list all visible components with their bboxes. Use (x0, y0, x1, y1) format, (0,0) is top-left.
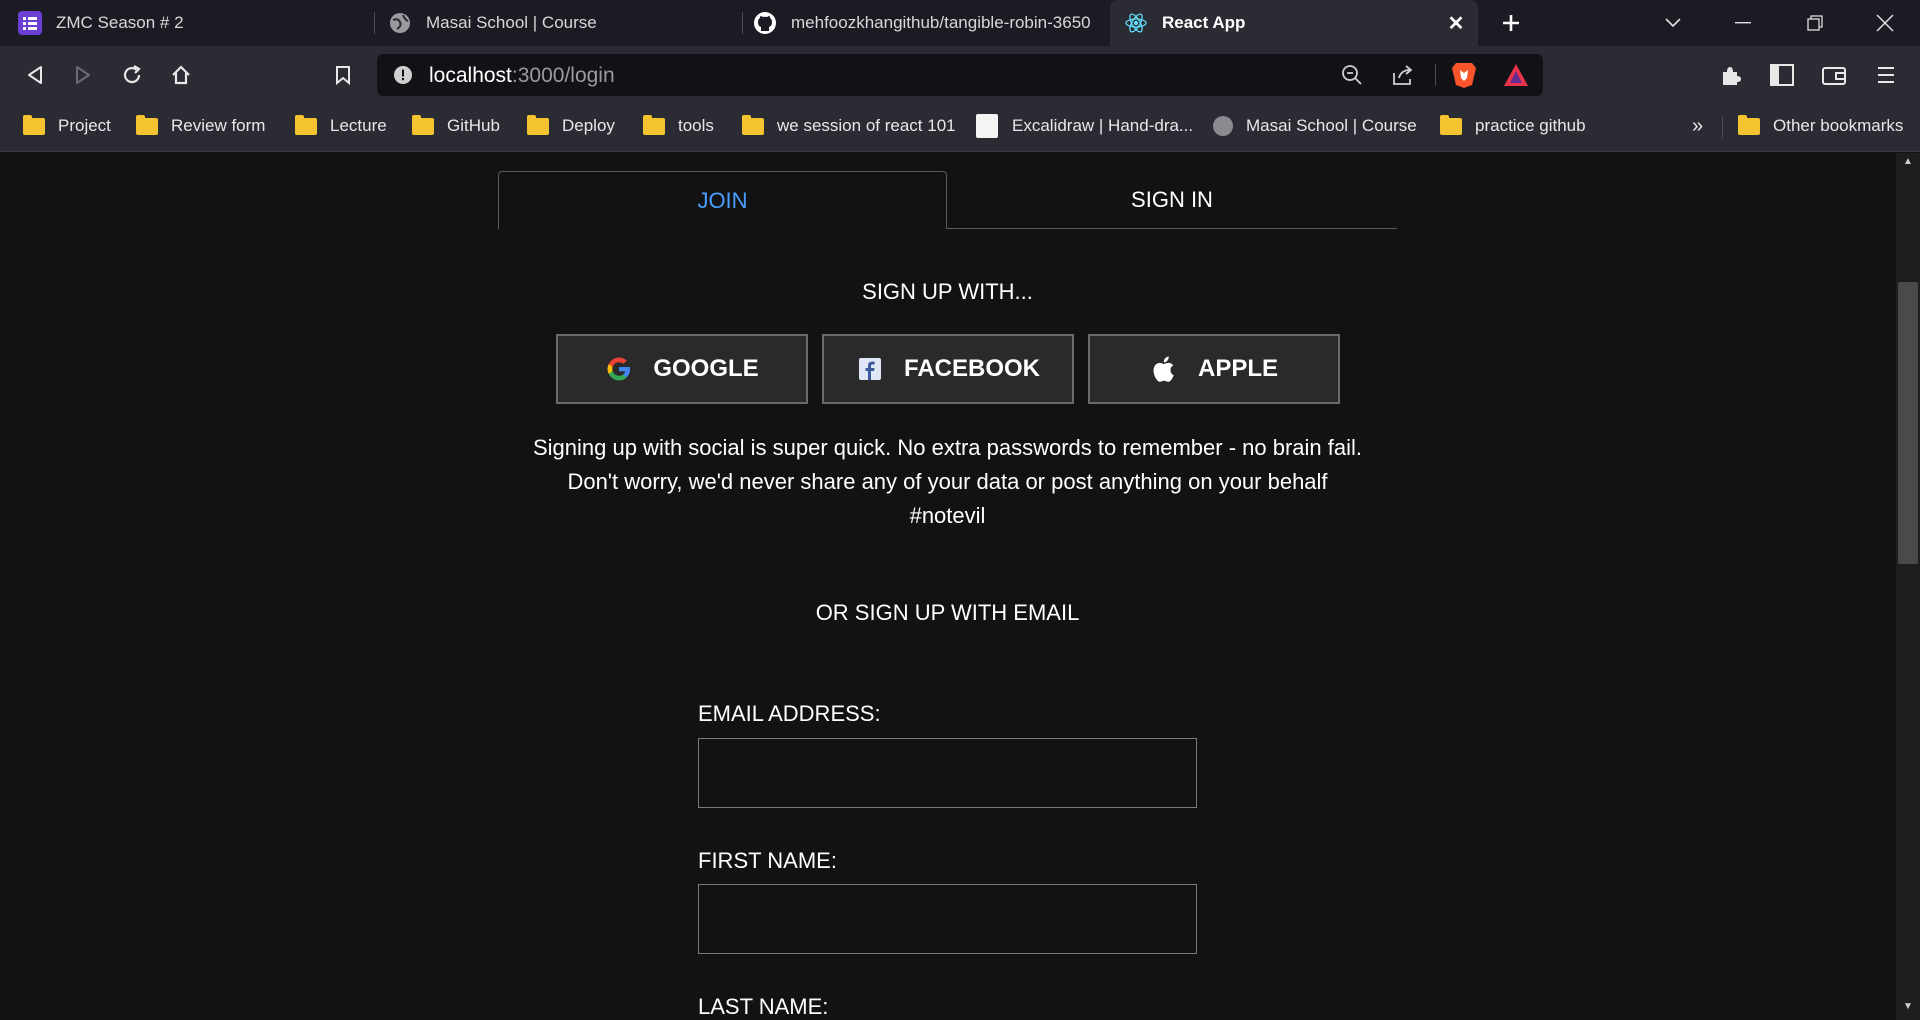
blurb-line: #notevil (909, 503, 986, 528)
scroll-down-arrow-icon[interactable]: ▼ (1898, 1001, 1918, 1017)
first-name-label: FIRST NAME: (698, 848, 837, 873)
blurb-line: Signing up with social is super quick. N… (532, 435, 1363, 460)
tab-github-repo[interactable]: mehfoozkhangithub/tangible-robin-3650 (735, 0, 1107, 46)
google-icon (605, 355, 633, 383)
github-icon (753, 11, 777, 35)
excalidraw-icon (976, 114, 998, 138)
brave-shields-icon[interactable] (1451, 61, 1477, 94)
facebook-icon (856, 355, 884, 383)
close-tab-icon[interactable]: ✕ (1444, 11, 1468, 36)
page-content: JOIN SIGN IN SIGN UP WITH... GOOGLE FACE… (0, 153, 1896, 1020)
wallet-icon[interactable] (1817, 58, 1851, 92)
signup-with-heading: SIGN UP WITH... (862, 279, 1033, 304)
bookmark-lecture[interactable]: Lecture (295, 114, 387, 138)
bookmark-masai-school[interactable]: Masai School | Course (1213, 114, 1417, 138)
back-icon[interactable] (18, 58, 52, 92)
brave-rewards-icon[interactable] (1503, 63, 1529, 92)
folder-icon (295, 114, 317, 135)
scrollbar-thumb[interactable] (1898, 282, 1918, 564)
tab-join[interactable]: JOIN (498, 171, 947, 229)
tab-title: ZMC Season # 2 (56, 13, 184, 32)
url-text[interactable]: localhost:3000/login (429, 64, 615, 88)
bookmark-excalidraw[interactable]: Excalidraw | Hand-dra... (976, 114, 1193, 138)
home-icon[interactable] (164, 58, 198, 92)
bookmark-practice-github[interactable]: practice github (1440, 114, 1586, 138)
facebook-signup-button[interactable]: FACEBOOK (822, 334, 1074, 404)
auth-tabs: JOIN SIGN IN (498, 171, 1397, 229)
tab-react-app[interactable]: React App ✕ (1110, 0, 1478, 46)
folder-icon (412, 114, 434, 135)
folder-icon (1738, 114, 1760, 135)
browser-tab-strip: ZMC Season # 2 Masai School | Course meh… (0, 0, 1920, 46)
tab-zmc-season[interactable]: ZMC Season # 2 (0, 0, 372, 46)
tab-title: mehfoozkhangithub/tangible-robin-3650 (791, 13, 1091, 32)
social-signup-description: Signing up with social is super quick. N… (498, 431, 1397, 533)
bookmark-github[interactable]: GitHub (412, 114, 500, 138)
email-field[interactable] (698, 738, 1197, 808)
menu-icon[interactable] (1869, 58, 1903, 92)
react-icon (1124, 11, 1148, 35)
google-signup-button[interactable]: GOOGLE (556, 334, 808, 404)
reload-icon[interactable] (115, 58, 149, 92)
tab-search-chevron-icon[interactable] (1650, 0, 1696, 46)
bookmark-tools[interactable]: tools (643, 114, 714, 138)
scroll-up-arrow-icon[interactable]: ▲ (1898, 156, 1918, 172)
close-window-icon[interactable] (1862, 0, 1908, 46)
globe-icon (388, 11, 412, 35)
bookmark-review-form[interactable]: Review form (136, 114, 265, 138)
forward-icon[interactable] (66, 58, 100, 92)
zoom-icon[interactable] (1341, 64, 1363, 91)
tab-title: Masai School | Course (426, 13, 597, 32)
last-name-label: LAST NAME: (698, 994, 829, 1019)
folder-icon (527, 114, 549, 135)
folder-icon (643, 114, 665, 135)
apple-signup-button[interactable]: APPLE (1088, 334, 1340, 404)
folder-icon (23, 114, 45, 135)
bookmark-react-session[interactable]: we session of react 101 (742, 114, 956, 138)
first-name-field[interactable] (698, 884, 1197, 954)
folder-icon (742, 114, 764, 135)
google-label: GOOGLE (653, 355, 759, 382)
bookmark-deploy[interactable]: Deploy (527, 114, 615, 138)
site-info-icon[interactable] (393, 65, 413, 90)
bookmark-other-bookmarks[interactable]: Other bookmarks (1738, 114, 1903, 138)
share-icon[interactable] (1391, 64, 1415, 91)
folder-icon (1440, 114, 1462, 135)
folder-icon (136, 114, 158, 135)
bookmark-icon[interactable] (326, 58, 360, 92)
new-tab-button[interactable] (1488, 0, 1534, 46)
restore-icon[interactable] (1792, 0, 1838, 46)
bookmarks-divider (1722, 116, 1723, 138)
apple-label: APPLE (1197, 355, 1278, 382)
facebook-label: FACEBOOK (903, 355, 1040, 382)
bookmarks-bar: Project Review form Lecture GitHub Deplo… (0, 102, 1920, 152)
email-signup-heading: OR SIGN UP WITH EMAIL (815, 600, 1080, 625)
apple-icon (1150, 355, 1178, 383)
extensions-icon[interactable] (1714, 58, 1748, 92)
minimize-icon[interactable] (1720, 0, 1766, 46)
bookmark-project[interactable]: Project (23, 114, 111, 138)
bookmarks-overflow-button[interactable]: » (1692, 114, 1703, 138)
list-icon (18, 11, 42, 35)
address-divider (1435, 64, 1436, 86)
tab-masai-school[interactable]: Masai School | Course (368, 0, 740, 46)
globe-icon (1213, 116, 1233, 136)
blurb-line: Don't worry, we'd never share any of you… (567, 469, 1328, 494)
sidebar-icon[interactable] (1765, 58, 1799, 92)
email-label: EMAIL ADDRESS: (698, 701, 881, 726)
tab-sign-in[interactable]: SIGN IN (947, 171, 1397, 229)
address-bar[interactable]: localhost:3000/login (377, 54, 1543, 96)
tab-title: React App (1162, 13, 1246, 32)
